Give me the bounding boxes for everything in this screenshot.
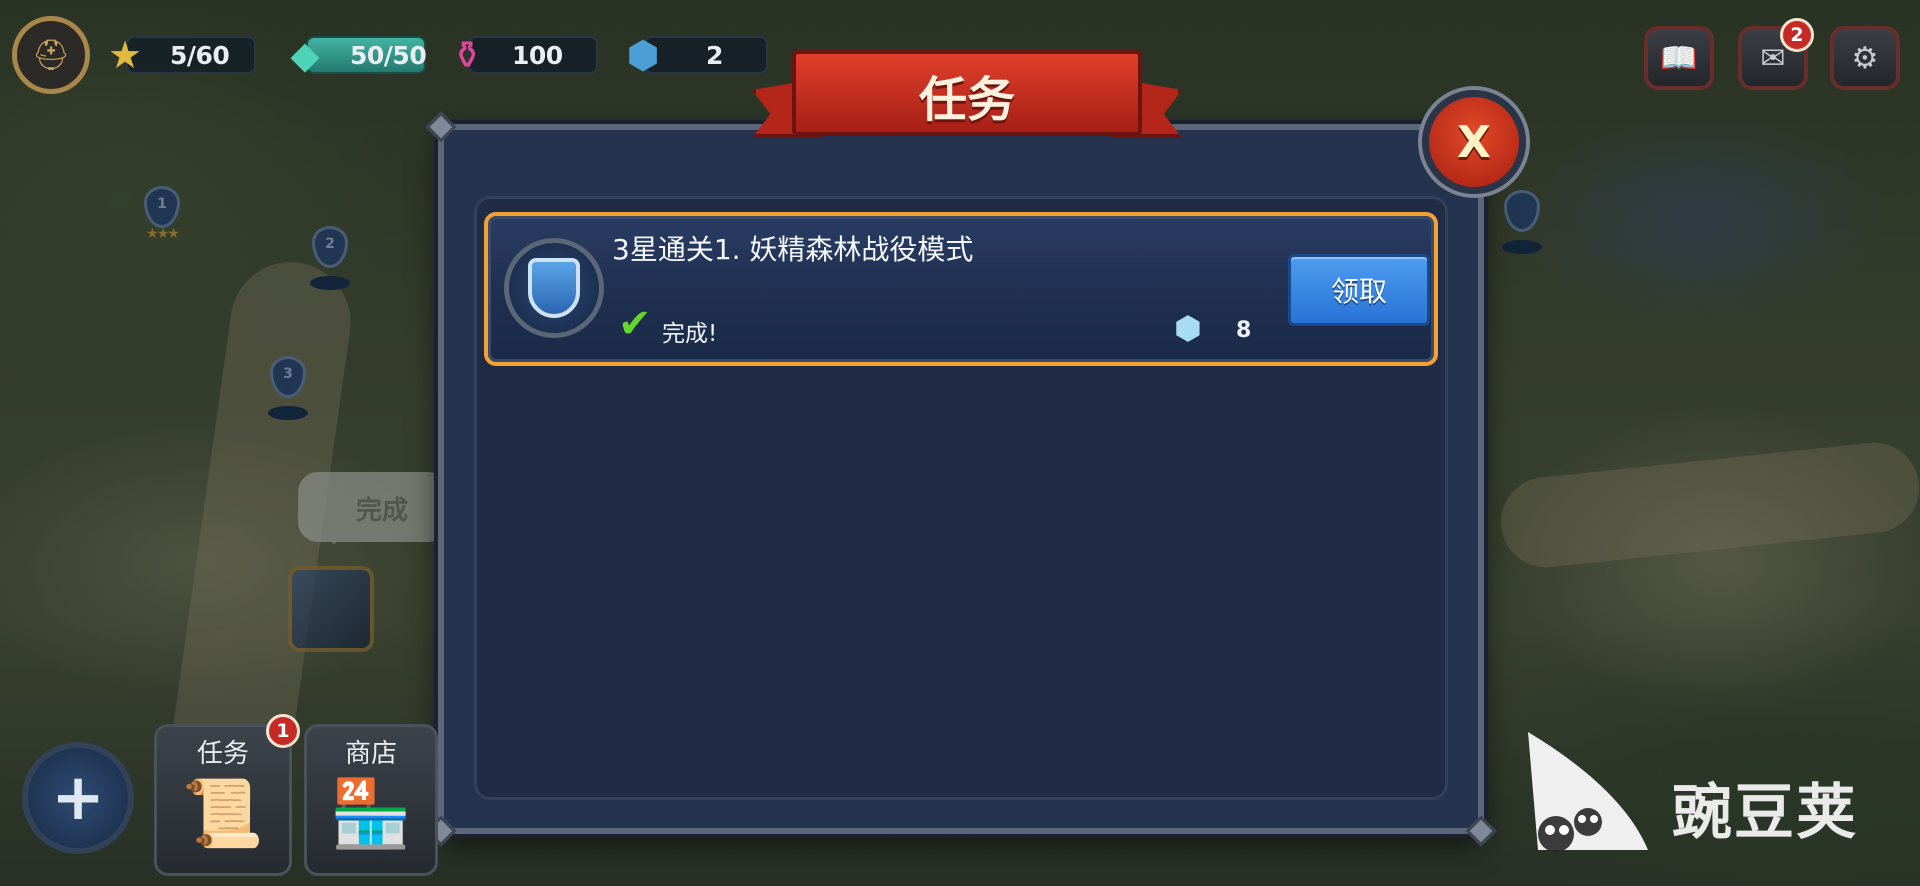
- reward-amount: 8: [1236, 318, 1252, 343]
- add-button[interactable]: +: [22, 742, 134, 854]
- checkmark-icon: ✔: [618, 301, 652, 347]
- gem-counter: ⬢ 2: [616, 30, 768, 80]
- gem-value: 2: [706, 40, 723, 70]
- gem-icon: ⬢: [626, 33, 660, 77]
- dialog-title-banner: 任务: [752, 40, 1182, 160]
- stars-value: 5/60: [170, 40, 230, 70]
- potion-icon: ⚱: [451, 33, 483, 77]
- plus-icon: +: [51, 761, 105, 835]
- profile-button[interactable]: ⛑: [12, 16, 90, 94]
- star-icon: ★: [107, 33, 143, 77]
- encyclopedia-button[interactable]: 📖: [1644, 26, 1714, 90]
- dialog-title: 任务: [918, 72, 1015, 128]
- claim-button[interactable]: 领取: [1288, 254, 1430, 326]
- close-icon: X: [1457, 116, 1491, 168]
- shield-icon: [528, 258, 580, 318]
- book-icon: 📖: [1660, 40, 1698, 76]
- shop-menu-button[interactable]: 商店 🏪: [304, 724, 438, 876]
- scroll-icon: 📜: [181, 775, 265, 852]
- shop-menu-label: 商店: [344, 739, 397, 769]
- energy-value: 50/50: [350, 40, 427, 70]
- mail-icon: ✉: [1760, 40, 1786, 76]
- potion-counter: ⚱ 100: [440, 30, 600, 80]
- crystal-icon: ◆: [290, 33, 320, 77]
- settings-button[interactable]: ⚙: [1830, 26, 1900, 90]
- quest-emblem: [504, 238, 604, 338]
- helmet-icon: ⛑: [31, 37, 71, 73]
- shop-stall-icon: 🏪: [329, 775, 413, 852]
- quest-title: 3星通关1. 妖精森林战役模式: [612, 233, 974, 266]
- gem-icon: ⬢: [1174, 309, 1202, 347]
- quests-menu-button[interactable]: 任务 📜: [154, 724, 292, 876]
- pea-pod-logo: [1528, 732, 1648, 852]
- stars-counter: ★ 5/60: [98, 30, 258, 80]
- quest-item: 3星通关1. 妖精森林战役模式 ✔ 完成! ⬢ 8 领取: [484, 212, 1438, 366]
- energy-counter: ◆ 50/50: [278, 30, 428, 80]
- close-button[interactable]: X: [1422, 90, 1526, 194]
- quests-badge: 1: [266, 714, 300, 748]
- quest-status: 完成!: [662, 321, 718, 347]
- mail-badge: 2: [1780, 18, 1814, 52]
- watermark-text: 豌豆荚: [1672, 778, 1858, 848]
- potion-value: 100: [512, 40, 563, 70]
- gear-icon: ⚙: [1851, 40, 1879, 76]
